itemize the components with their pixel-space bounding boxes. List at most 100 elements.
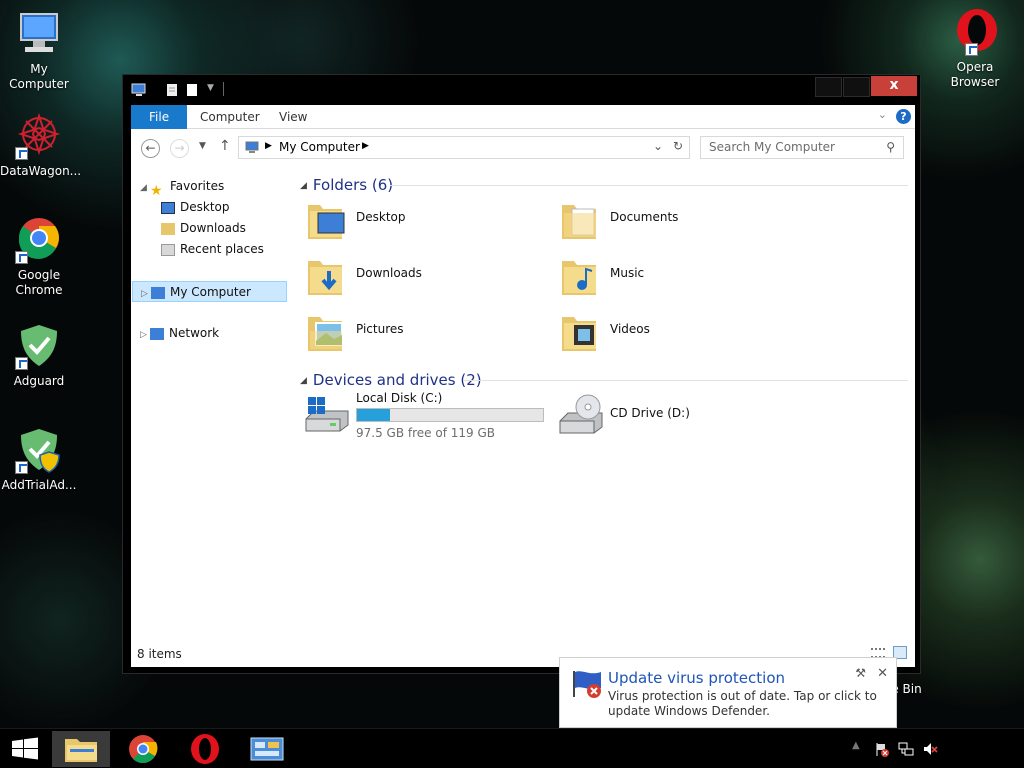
properties-icon[interactable] (165, 83, 179, 97)
star-icon: ★ (150, 182, 163, 199)
folders-group-header[interactable]: ◢ Folders (6) (300, 175, 393, 195)
notification-message: Virus protection is out of date. Tap or … (608, 689, 877, 718)
opera-icon (951, 8, 999, 56)
nav-downloads[interactable]: Downloads (161, 218, 246, 238)
taskbar-control-panel[interactable] (238, 731, 296, 767)
title-bar[interactable]: ▼ x (123, 75, 920, 105)
close-icon[interactable]: ✕ (877, 666, 888, 681)
nav-favorites[interactable]: ◢ ★ Favorites (140, 176, 224, 199)
shortcut-arrow-icon (15, 251, 28, 264)
maximize-button[interactable] (843, 77, 870, 97)
recent-locations-chevron-icon[interactable]: ▼ (199, 141, 206, 151)
new-folder-icon[interactable] (185, 83, 199, 97)
action-center-flag-icon[interactable] (874, 741, 890, 757)
back-button[interactable]: ← (141, 139, 160, 158)
shortcut-arrow-icon (15, 357, 28, 370)
customize-quick-access-icon[interactable]: ▼ (207, 83, 214, 93)
show-hidden-icons-icon[interactable]: ▲ (852, 740, 860, 751)
nav-desktop[interactable]: Desktop (161, 197, 230, 217)
cd-drive-icon (558, 393, 603, 439)
desktop-icon-label: Adguard (13, 374, 65, 388)
address-history-chevron-icon[interactable]: ⌄ (653, 139, 663, 153)
navigation-pane: ◢ ★ Favorites Desktop Downloads Recent pla… (131, 167, 291, 637)
desktop-icon-google-chrome[interactable]: Google Chrome (0, 216, 78, 298)
desktop-icon (161, 201, 175, 214)
collapse-arrow-icon[interactable]: ◢ (300, 376, 307, 386)
folder-icon (558, 253, 600, 299)
network-icon[interactable] (898, 741, 914, 757)
nav-network[interactable]: ▷ Network (140, 323, 219, 343)
devices-group-header[interactable]: ◢ Devices and drives (2) (300, 370, 482, 390)
folder-videos[interactable]: Videos (558, 307, 788, 357)
item-count: 8 items (137, 647, 182, 661)
collapse-arrow-icon[interactable]: ◢ (140, 178, 150, 198)
folder-icon (558, 197, 600, 243)
chrome-icon (15, 216, 63, 264)
control-panel-icon (250, 737, 284, 761)
file-explorer-icon (65, 739, 97, 762)
taskbar-chrome[interactable] (114, 731, 172, 767)
folder-documents[interactable]: Documents (558, 195, 788, 245)
nav-recent-places[interactable]: Recent places (161, 239, 264, 259)
expand-arrow-icon[interactable]: ▷ (141, 284, 151, 304)
drive-cd-d[interactable]: CD Drive (D:) (558, 391, 788, 441)
folder-downloads[interactable]: Downloads (304, 251, 534, 301)
downloads-icon (161, 222, 175, 235)
defender-flag-icon (571, 669, 605, 702)
folder-music[interactable]: Music (558, 251, 788, 301)
opera-icon (191, 734, 219, 764)
desktop-icon-datawagon[interactable]: DataWagon... (0, 112, 82, 179)
refresh-icon[interactable]: ↻ (673, 139, 683, 153)
nav-my-computer[interactable]: ▷ My Computer (132, 281, 287, 302)
folder-desktop[interactable]: Desktop (304, 195, 534, 245)
address-toolbar: ← → ▼ ↑ ▶ My Computer ▶ ⌄ ↻ Search My Co… (131, 129, 915, 167)
windows-logo-icon (12, 737, 38, 760)
collapse-arrow-icon[interactable]: ◢ (300, 181, 307, 191)
group-divider (390, 185, 908, 186)
desktop-icon-addtrialad[interactable]: AddTrialAd... (0, 426, 78, 493)
folder-icon (304, 197, 346, 243)
taskbar-file-explorer[interactable] (52, 731, 110, 767)
tab-file[interactable]: File (131, 105, 188, 129)
adguard-shield-icon (15, 322, 63, 370)
notification-toast[interactable]: Update virus protection Virus protection… (559, 657, 897, 743)
close-button[interactable]: x (871, 76, 917, 96)
volume-muted-icon[interactable] (922, 741, 938, 757)
breadcrumb-arrow-icon[interactable]: ▶ (362, 141, 369, 151)
forward-button[interactable]: → (170, 139, 189, 158)
desktop-icon-label: My Computer (9, 62, 69, 91)
taskbar-opera[interactable] (176, 731, 234, 767)
expand-arrow-icon[interactable]: ▷ (140, 325, 150, 345)
computer-icon (151, 286, 165, 299)
search-icon[interactable]: ⚲ (886, 137, 895, 158)
shortcut-arrow-icon (15, 147, 28, 160)
folder-pictures[interactable]: Pictures (304, 307, 534, 357)
settings-wrench-icon[interactable]: ⚒ (855, 666, 866, 680)
desktop-icon-label: Google Chrome (15, 268, 63, 297)
drive-usage-bar (356, 408, 544, 422)
folder-icon (304, 309, 346, 355)
adguard-shield-icon (15, 426, 63, 474)
breadcrumb-arrow-icon[interactable]: ▶ (265, 141, 272, 151)
minimize-button[interactable] (815, 77, 842, 97)
desktop-icon-adguard[interactable]: Adguard (0, 322, 78, 389)
address-computer-icon (245, 141, 259, 157)
address-path[interactable]: My Computer (279, 140, 360, 154)
desktop-icon-label: DataWagon... (0, 164, 82, 178)
drive-usage-fill (357, 409, 391, 421)
drive-local-disk-c[interactable]: Local Disk (C:) 97.5 GB free of 119 GB (304, 391, 549, 441)
shortcut-arrow-icon (965, 43, 978, 56)
address-bar[interactable]: ▶ My Computer ▶ ⌄ ↻ (238, 136, 690, 159)
chrome-icon (129, 735, 158, 764)
expand-ribbon-chevron-icon[interactable]: ⌄ (878, 108, 887, 121)
up-arrow-icon[interactable]: ↑ (219, 138, 231, 154)
network-icon (150, 327, 164, 340)
start-button[interactable] (0, 731, 50, 767)
tab-view[interactable]: View (266, 105, 320, 129)
desktop-icon-my-computer[interactable]: My Computer (0, 10, 78, 92)
search-input[interactable]: Search My Computer ⚲ (700, 136, 904, 159)
tab-computer[interactable]: Computer (187, 105, 273, 129)
folder-icon (558, 309, 600, 355)
help-icon[interactable]: ? (896, 109, 911, 124)
desktop-icon-opera[interactable]: Opera Browser (936, 8, 1014, 90)
